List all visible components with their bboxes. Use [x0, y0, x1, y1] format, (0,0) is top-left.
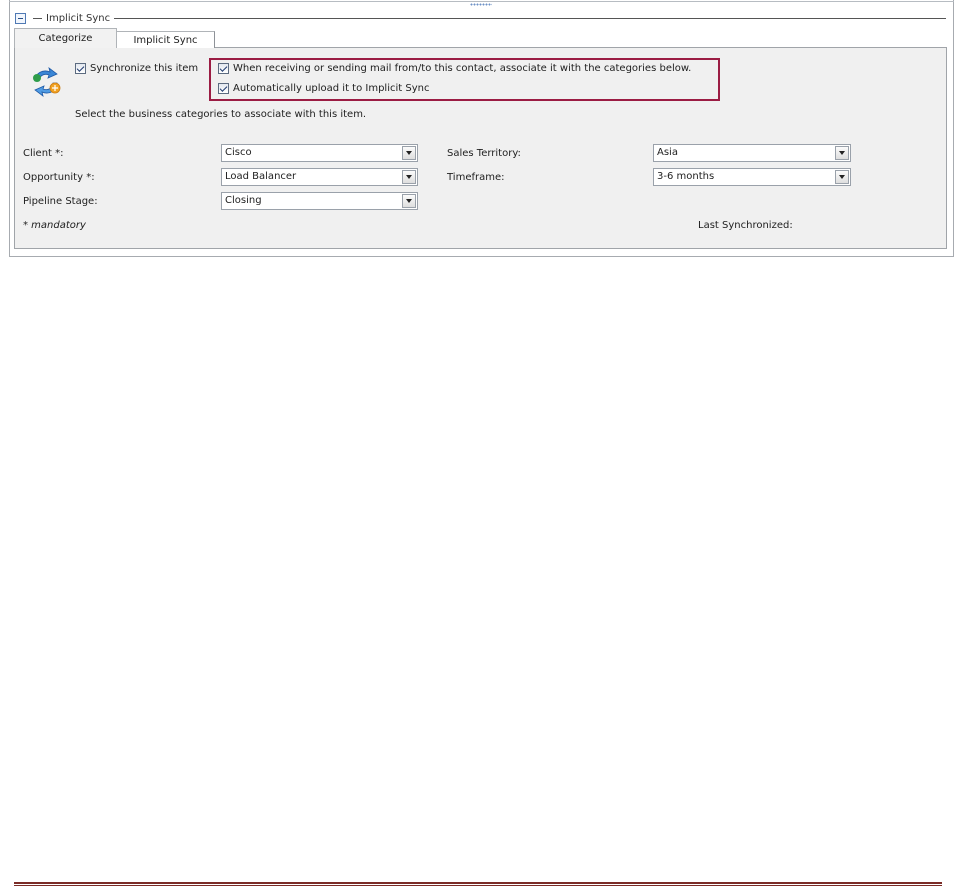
synchronize-label: Synchronize this item [90, 63, 199, 74]
section-divider [114, 18, 946, 19]
client-label: Client *: [23, 148, 64, 159]
tab-implicit-sync-label: Implicit Sync [133, 34, 198, 46]
auto-upload-label: Automatically upload it to Implicit Sync [233, 83, 430, 94]
timeframe-label: Timeframe: [447, 172, 505, 183]
auto-upload-checkbox[interactable] [218, 83, 229, 94]
client-value: Cisco [225, 147, 252, 158]
check-icon [219, 63, 228, 72]
mandatory-note: * mandatory [23, 220, 86, 231]
splitter-rule [9, 1, 954, 2]
section-dash [33, 18, 42, 19]
pipeline-stage-value: Closing [225, 195, 262, 206]
opportunity-label: Opportunity *: [23, 172, 95, 183]
timeframe-dropdown[interactable]: 3-6 months [653, 168, 851, 186]
sales-territory-label: Sales Territory: [447, 148, 521, 159]
category-hint: Select the business categories to associ… [75, 109, 367, 120]
tab-categorize-label: Categorize [38, 33, 93, 44]
page-rule-thin [14, 885, 942, 886]
check-icon [219, 83, 228, 92]
opportunity-value: Load Balancer [225, 171, 297, 182]
tab-categorize[interactable]: Categorize [14, 28, 117, 48]
pipeline-stage-dropdown[interactable]: Closing [221, 192, 418, 210]
chevron-down-icon[interactable] [402, 170, 416, 184]
sales-territory-value: Asia [657, 147, 678, 158]
synchronize-checkbox[interactable] [75, 63, 86, 74]
chevron-down-icon[interactable] [835, 146, 849, 160]
chevron-down-icon[interactable] [835, 170, 849, 184]
section-title: Implicit Sync [46, 13, 111, 24]
client-dropdown[interactable]: Cisco [221, 144, 418, 162]
associate-categories-checkbox[interactable] [218, 63, 229, 74]
opportunity-dropdown[interactable]: Load Balancer [221, 168, 418, 186]
chevron-down-icon[interactable] [402, 194, 416, 208]
chevron-down-icon[interactable] [402, 146, 416, 160]
tab-implicit-sync[interactable]: Implicit Sync [117, 31, 215, 48]
page-rule [14, 882, 942, 884]
pipeline-stage-label: Pipeline Stage: [23, 196, 98, 207]
section-header: Implicit Sync [33, 11, 110, 26]
check-icon [76, 63, 85, 72]
associate-categories-label: When receiving or sending mail from/to t… [233, 63, 692, 74]
splitter-grip-icon[interactable] [470, 3, 492, 6]
last-synchronized-label: Last Synchronized: [698, 220, 793, 231]
sales-territory-dropdown[interactable]: Asia [653, 144, 851, 162]
collapse-icon[interactable] [15, 13, 26, 24]
timeframe-value: 3-6 months [657, 171, 715, 182]
sync-arrows-icon [33, 67, 61, 97]
